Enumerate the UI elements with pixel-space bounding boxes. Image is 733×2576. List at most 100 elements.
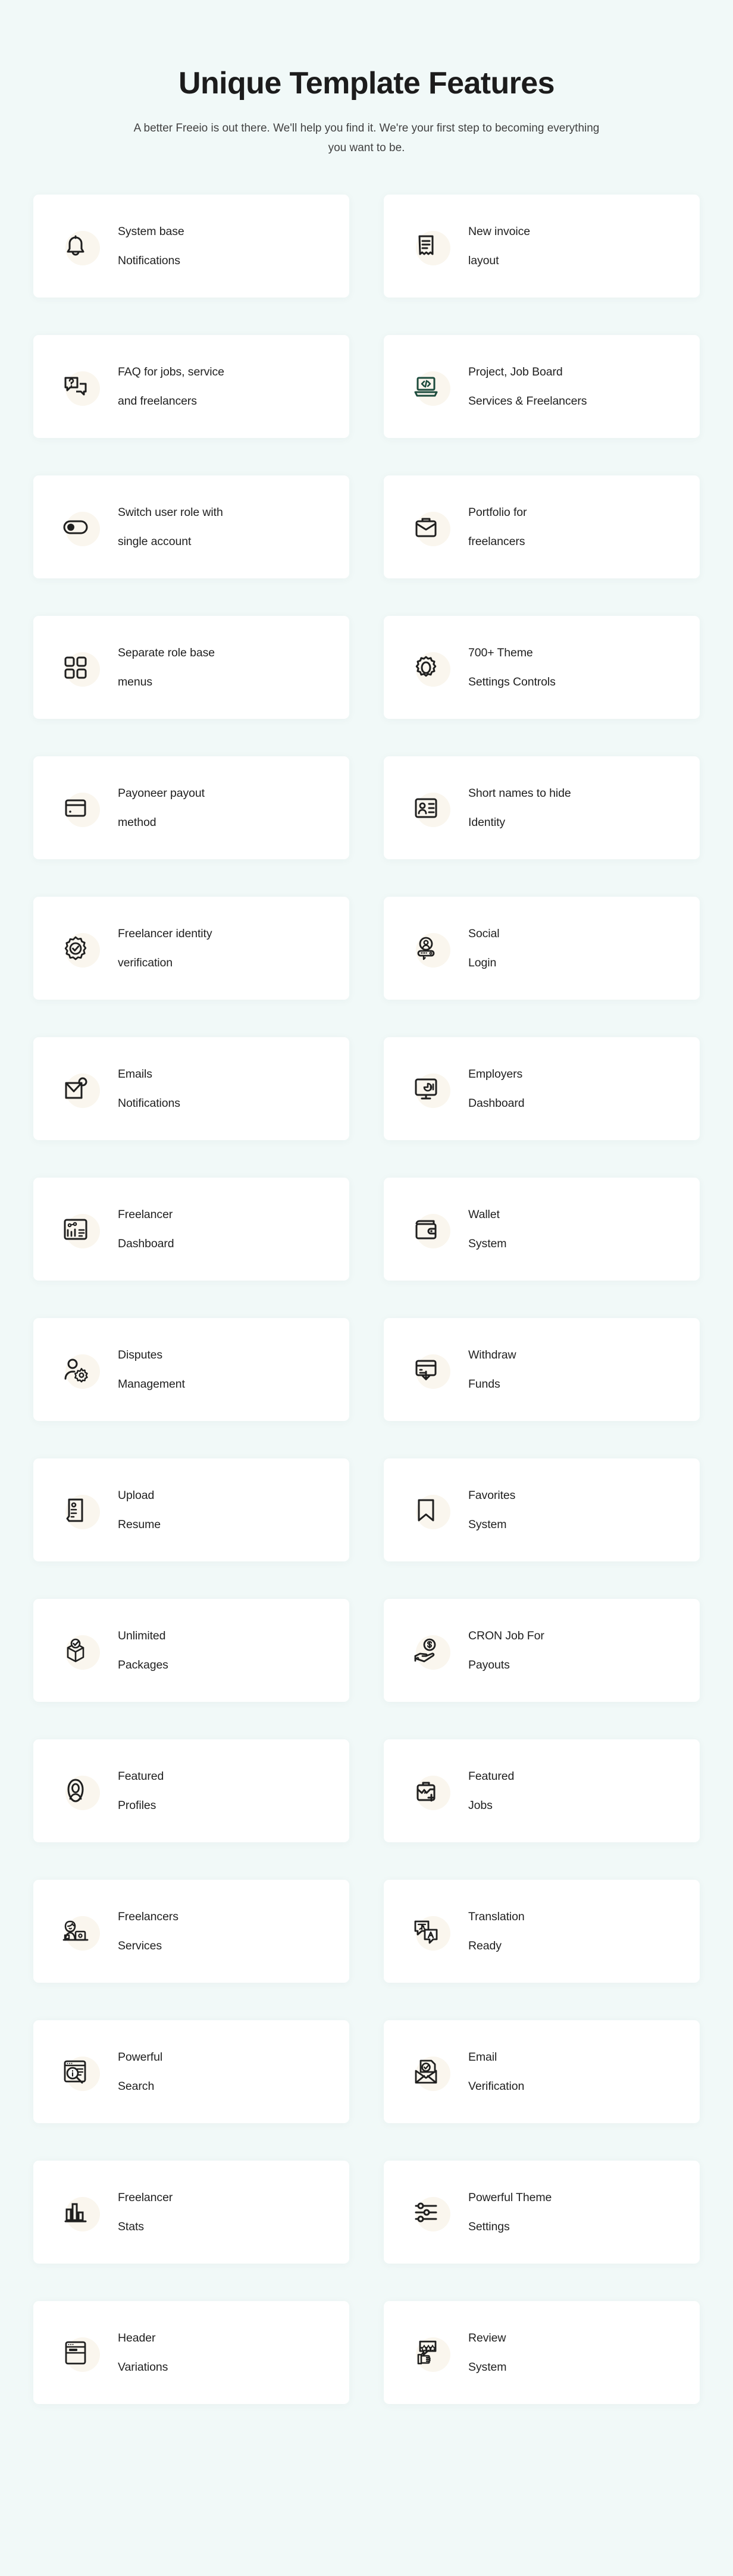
feature-label-line1: Header [118,2331,156,2345]
feature-label-line1: Project, Job Board [468,365,563,378]
feature-label: Review System [468,2324,507,2382]
invoice-receipt-icon [410,230,442,262]
laptop-code-icon [410,371,442,403]
user-avatar-icon [59,1775,92,1807]
feature-label: Unlimited Packages [118,1622,168,1680]
feature-icon-wrap [400,642,452,693]
email-verified-icon [410,2056,442,2088]
search-browser-icon [59,2056,92,2088]
feature-icon-wrap [50,782,101,834]
feature-label: Social Login [468,919,500,978]
feature-card[interactable]: 700+ Theme Settings Controls [384,616,700,719]
feature-icon-wrap [50,1625,101,1676]
feature-label-line2: freelancers [468,534,525,548]
feature-label-line2: Notifications [118,253,180,267]
feature-icon-wrap [400,1204,452,1255]
feature-label-line2: Notifications [118,1096,180,1110]
feature-card[interactable]: Powerful Theme Settings [384,2161,700,2264]
feature-card[interactable]: Featured Profiles [33,1739,349,1843]
bookmark-icon [410,1494,442,1526]
feature-label: Portfolio for freelancers [468,498,527,556]
feature-label-line1: 700+ Theme [468,646,533,659]
feature-card[interactable]: Translation Ready [384,1880,700,1983]
toggle-switch-icon [59,511,92,543]
feature-card[interactable]: Payoneer payout method [33,756,349,860]
feature-card[interactable]: FAQ for jobs, service and freelancers [33,335,349,439]
feature-card[interactable]: Freelancers Services [33,1880,349,1983]
feature-card[interactable]: System base Notifications [33,195,349,298]
hand-coin-icon [410,1635,442,1667]
feature-label-line2: Payouts [468,1658,510,1672]
feature-icon-wrap [400,1485,452,1536]
feature-label: Upload Resume [118,1481,161,1539]
feature-label-line2: layout [468,253,499,267]
feature-card[interactable]: Upload Resume [33,1458,349,1562]
feature-icon-wrap [50,642,101,693]
feature-icon-wrap [50,1766,101,1817]
feature-card[interactable]: Freelancer Stats [33,2161,349,2264]
feature-label-line2: Ready [468,1939,502,1952]
feature-card[interactable]: Wallet System [384,1178,700,1281]
feature-label-line1: Featured [468,1769,515,1783]
feature-label-line1: Freelancer identity [118,927,212,940]
feature-card[interactable]: Header Variations [33,2301,349,2405]
feature-label: Freelancers Services [118,1902,178,1961]
feature-label: Wallet System [468,1200,507,1259]
feature-icon-wrap [50,2046,101,2098]
feature-label: Powerful Theme Settings [468,2183,552,2242]
feature-label: Disputes Management [118,1341,185,1399]
feature-card[interactable]: CRON Job For Payouts [384,1599,700,1702]
feature-card[interactable]: Freelancer Dashboard [33,1178,349,1281]
feature-label: FAQ for jobs, service and freelancers [118,358,224,416]
grid-menu-icon [59,652,92,684]
feature-card[interactable]: Powerful Search [33,2020,349,2124]
feature-label: Email Verification [468,2043,524,2101]
email-notification-icon [59,1073,92,1105]
feature-card[interactable]: Freelancer identity verification [33,897,349,1000]
feature-card[interactable]: Employers Dashboard [384,1037,700,1141]
feature-label-line1: Portfolio for [468,505,527,519]
feature-card[interactable]: Review System [384,2301,700,2405]
feature-label-line2: Funds [468,1377,500,1391]
feature-icon-wrap [400,2327,452,2378]
feature-label-line1: Review [468,2331,506,2345]
withdraw-card-icon [410,1354,442,1386]
feature-card[interactable]: Short names to hide Identity [384,756,700,860]
feature-card[interactable]: Separate role base menus [33,616,349,719]
feature-label-line1: Payoneer payout [118,786,205,800]
feature-card[interactable]: Unlimited Packages [33,1599,349,1702]
faq-chat-icon [59,371,92,403]
feature-label-line2: System [468,2360,507,2374]
feature-icon-wrap [50,1204,101,1255]
feature-icon-wrap [50,1063,101,1115]
feature-label-line1: Powerful [118,2050,163,2064]
briefcase-plus-icon [410,1775,442,1807]
feature-card[interactable]: New invoice layout [384,195,700,298]
bell-icon [59,230,92,262]
feature-card[interactable]: Project, Job Board Services & Freelancers [384,335,700,439]
feature-label-line2: Dashboard [468,1096,525,1110]
feature-card[interactable]: Featured Jobs [384,1739,700,1843]
feature-card[interactable]: Switch user role with single account [33,475,349,579]
credit-card-icon [59,792,92,824]
feature-card[interactable]: Social Login [384,897,700,1000]
feature-icon-wrap [50,923,101,974]
feature-label-line1: Featured [118,1769,164,1783]
feature-label-line1: Short names to hide [468,786,571,800]
feature-card[interactable]: Emails Notifications [33,1037,349,1141]
feature-card[interactable]: Disputes Management [33,1318,349,1422]
feature-label-line1: Powerful Theme [468,2190,552,2204]
features-grid: System base Notifications New invoice layou… [33,195,700,2493]
feature-card[interactable]: Email Verification [384,2020,700,2124]
dashboard-report-icon [59,1213,92,1245]
feature-label-line2: Verification [468,2079,525,2093]
feature-label-line1: Switch user role with [118,505,223,519]
feature-label: Short names to hide Identity [468,779,571,837]
features-page: Unique Template Features A better Freeio… [0,0,733,2576]
feature-card[interactable]: Withdraw Funds [384,1318,700,1422]
feature-label-line1: Withdraw [468,1348,516,1361]
hero-section: Unique Template Features A better Freeio… [0,1,733,158]
feature-card[interactable]: Portfolio for freelancers [384,475,700,579]
feature-label: Emails Notifications [118,1060,180,1118]
feature-card[interactable]: Favorites System [384,1458,700,1562]
